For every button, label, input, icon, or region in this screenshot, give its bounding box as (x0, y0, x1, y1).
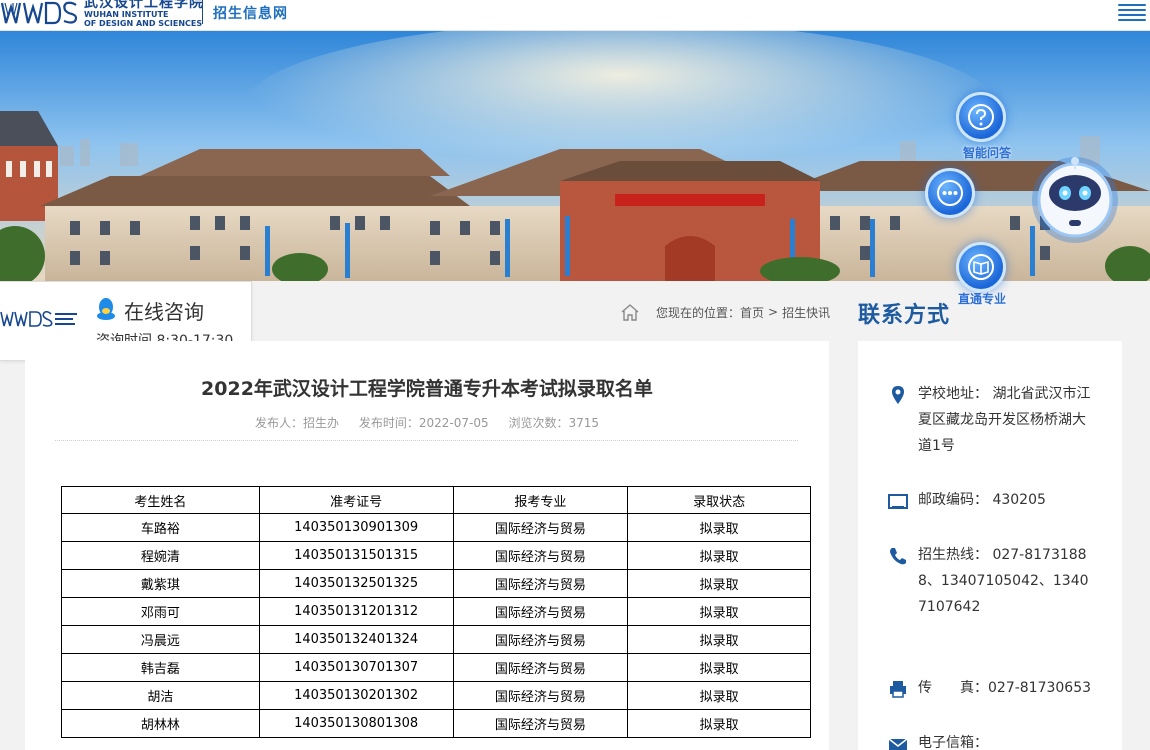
location-pin-icon (892, 386, 904, 404)
cell-status: 拟录取 (627, 569, 811, 598)
logo-english-line-1: WUHAN INSTITUTE (84, 10, 169, 19)
cell-major: 国际经济与贸易 (452, 513, 629, 542)
logo-divider (202, 0, 203, 24)
cell-name: 冯晨远 (61, 625, 260, 654)
table-row: 戴紫琪 140350132501325 国际经济与贸易 拟录取 (61, 569, 811, 598)
contact-hotline: 招生热线： 027-81731888、13407105042、134071076… (888, 542, 1093, 620)
cell-exam-number: 140350130701307 (258, 653, 454, 682)
article-meta: 发布人：招生办 发布时间：2022-07-05 浏览次数：3715 (25, 414, 829, 431)
table-row: 车路裕 140350130901309 国际经济与贸易 拟录取 (61, 513, 811, 542)
postcode-text: 邮政编码： 430205 (918, 492, 1046, 508)
table-header-row: 考生姓名 准考证号 报考专业 录取状态 (61, 486, 811, 514)
header-admission-status: 录取状态 (627, 486, 811, 514)
admission-list-table: 考生姓名 准考证号 报考专业 录取状态 车路裕 140350130901309 … (61, 486, 811, 738)
school-logo[interactable]: 武汉设计工程学院 WUHAN INSTITUTE OF DESIGN AND S… (0, 0, 204, 30)
breadcrumb-current-link[interactable]: 招生快讯 (782, 304, 830, 321)
table-row: 程婉清 140350131501315 国际经济与贸易 拟录取 (61, 541, 811, 570)
cell-exam-number: 140350130801308 (258, 709, 454, 738)
logo-chinese-name: 武汉设计工程学院 (84, 0, 204, 11)
cell-name: 韩吉磊 (61, 653, 260, 682)
contact-address: 学校地址： 湖北省武汉市江夏区藏龙岛开发区杨桥湖大道1号 (888, 381, 1093, 459)
table-row: 韩吉磊 140350130701307 国际经济与贸易 拟录取 (61, 653, 811, 682)
breadcrumb-home-link[interactable]: 首页 (740, 304, 764, 321)
phone-icon (890, 548, 906, 565)
table-row: 邓雨可 140350131201312 国际经济与贸易 拟录取 (61, 597, 811, 626)
cell-exam-number: 140350132401324 (258, 625, 454, 654)
fax-text: 传 真：027-81730653 (918, 680, 1092, 696)
article-publisher: 发布人：招生办 (255, 416, 340, 430)
cell-major: 国际经济与贸易 (452, 625, 629, 654)
article-view-count: 浏览次数：3715 (508, 416, 599, 430)
cell-status: 拟录取 (627, 709, 811, 738)
cell-major: 国际经济与贸易 (452, 597, 629, 626)
open-book-icon (968, 254, 994, 280)
contact-heading: 联系方式 (858, 303, 951, 328)
smart-qa-label[interactable]: 智能问答 (963, 144, 1011, 161)
table-row: 胡洁 140350130201302 国际经济与贸易 拟录取 (61, 681, 811, 710)
cell-exam-number: 140350130901309 (258, 513, 454, 542)
fax-printer-icon (890, 681, 906, 698)
article-publish-time: 发布时间：2022-07-05 (358, 416, 489, 430)
robot-assistant-icon[interactable] (1030, 155, 1120, 250)
cell-name: 程婉清 (61, 541, 260, 570)
email-text: 电子信箱： (918, 735, 988, 750)
cell-name: 邓雨可 (61, 597, 260, 626)
cell-name: 戴紫琪 (61, 569, 260, 598)
article-card: 2022年武汉设计工程学院普通专升本考试拟录取名单 发布人：招生办 发布时间：2… (25, 341, 829, 750)
ellipsis-icon (937, 180, 963, 206)
cell-status: 拟录取 (627, 681, 811, 710)
cell-status: 拟录取 (627, 653, 811, 682)
header-candidate-name: 考生姓名 (61, 486, 260, 514)
cell-major: 国际经济与贸易 (452, 653, 629, 682)
smart-qa-button[interactable] (956, 92, 1006, 142)
cell-exam-number: 140350132501325 (258, 569, 454, 598)
cell-exam-number: 140350131501315 (258, 541, 454, 570)
cell-exam-number: 140350130201302 (258, 681, 454, 710)
contact-fax: 传 真：027-81730653 (888, 675, 1093, 701)
header-exam-number: 准考证号 (258, 486, 454, 514)
direct-major-button[interactable] (956, 242, 1006, 292)
contact-postcode: 邮政编码： 430205 (888, 487, 1093, 513)
question-mark-icon (968, 104, 994, 130)
cell-status: 拟录取 (627, 597, 811, 626)
hamburger-menu-icon[interactable] (1118, 1, 1146, 21)
article-title: 2022年武汉设计工程学院普通专升本考试拟录取名单 (201, 378, 653, 400)
cell-name: 胡洁 (61, 681, 260, 710)
cell-status: 拟录取 (627, 541, 811, 570)
cell-major: 国际经济与贸易 (452, 709, 629, 738)
cell-exam-number: 140350131201312 (258, 597, 454, 626)
breadcrumb-separator: > (768, 305, 779, 319)
postcode-card-icon (888, 494, 908, 509)
direct-major-label[interactable]: 直通专业 (958, 290, 1006, 307)
cell-status: 拟录取 (627, 513, 811, 542)
breadcrumb: 您现在的位置： 首页 > 招生快讯 (620, 302, 830, 322)
address-text: 学校地址： 湖北省武汉市江夏区藏龙岛开发区杨桥湖大道1号 (918, 386, 1091, 454)
logo-english-line-2: OF DESIGN AND SCIENCES (84, 19, 203, 28)
hotline-text: 招生热线： 027-81731888、13407105042、134071076… (918, 547, 1089, 615)
meta-divider (55, 440, 798, 441)
more-services-button[interactable] (925, 168, 975, 218)
logo-text: 武汉设计工程学院 WUHAN INSTITUTE OF DESIGN AND S… (84, 0, 204, 28)
qq-penguin-icon (97, 298, 115, 320)
cell-major: 国际经济与贸易 (452, 541, 629, 570)
table-row: 胡林林 140350130801308 国际经济与贸易 拟录取 (61, 709, 811, 738)
contact-email: 电子信箱： (888, 730, 1093, 750)
top-navigation-bar: 武汉设计工程学院 WUHAN INSTITUTE OF DESIGN AND S… (0, 0, 1150, 31)
cell-major: 国际经济与贸易 (452, 681, 629, 710)
email-envelope-icon (888, 738, 908, 750)
online-consult-title[interactable]: 在线咨询 (124, 296, 204, 325)
home-icon[interactable] (620, 303, 640, 321)
cell-status: 拟录取 (627, 625, 811, 654)
cell-major: 国际经济与贸易 (452, 569, 629, 598)
contact-card: 学校地址： 湖北省武汉市江夏区藏龙岛开发区杨桥湖大道1号 邮政编码： 43020… (858, 341, 1122, 750)
wuds-logo-mark-icon (0, 1, 78, 25)
cell-name: 胡林林 (61, 709, 260, 738)
cell-name: 车路裕 (61, 513, 260, 542)
header-major: 报考专业 (452, 486, 629, 514)
wuds-small-logo-icon (0, 310, 77, 327)
site-name-link[interactable]: 招生信息网 (213, 3, 288, 23)
breadcrumb-prefix: 您现在的位置： (656, 305, 741, 320)
table-row: 冯晨远 140350132401324 国际经济与贸易 拟录取 (61, 625, 811, 654)
